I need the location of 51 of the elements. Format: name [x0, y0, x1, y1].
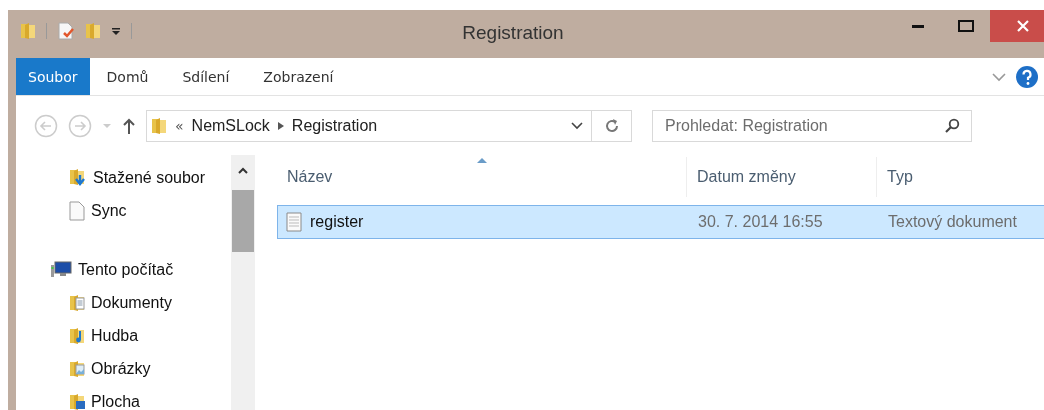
folder-icon [85, 22, 101, 40]
ribbon-tab[interactable]: Zobrazení [246, 58, 351, 95]
expand-ribbon-icon[interactable] [992, 71, 1006, 82]
scroll-up-icon [238, 167, 248, 174]
close-button[interactable] [990, 10, 1044, 42]
ribbon-tab[interactable]: Sdílení [165, 58, 247, 95]
dropdown-icon[interactable] [571, 121, 583, 130]
overflow-chevron[interactable]: « [175, 117, 184, 134]
search-field[interactable]: Prohledat: Registration [652, 109, 972, 142]
refresh-icon [603, 117, 620, 134]
table-cell: 30. 7. 2014 16:55 [698, 213, 823, 231]
maximize-icon [958, 20, 974, 32]
folder-download-icon [69, 167, 87, 188]
help-icon[interactable] [1016, 65, 1038, 88]
column-header[interactable]: Typ [877, 157, 1044, 197]
ribbon-tab[interactable]: Soubor [16, 58, 90, 95]
up-arrow-icon[interactable] [122, 116, 136, 135]
search-icon [944, 117, 960, 134]
breadcrumb[interactable]: Registration [291, 116, 378, 135]
folder-music-icon [69, 326, 85, 345]
column-header[interactable]: Název [277, 157, 687, 197]
text-file-icon [286, 212, 302, 232]
sidebar-item[interactable]: Stažené soubor [16, 161, 231, 194]
table-cell: register [310, 213, 364, 231]
folder-document-icon [69, 293, 85, 312]
folder-picture-icon [69, 359, 85, 378]
sidebar-item[interactable]: Plocha [16, 385, 231, 410]
dropdown-icon[interactable] [111, 26, 121, 36]
sidebar-item[interactable]: Tento počítač [16, 253, 231, 286]
breadcrumb-arrow-icon[interactable] [277, 121, 284, 130]
close-icon [1017, 20, 1029, 32]
sidebar-item[interactable]: Hudba [16, 319, 231, 352]
folder-icon [20, 22, 36, 40]
file-icon [69, 200, 85, 221]
folder-desktop-icon [69, 392, 85, 410]
folder-icon [151, 116, 167, 135]
sidebar-item[interactable]: Sync [16, 194, 231, 227]
scrollbar-thumb[interactable] [232, 190, 254, 252]
column-header[interactable]: Datum změny [687, 157, 877, 197]
window-title: Registration [461, 21, 565, 44]
address-bar[interactable]: « NemSLock Registration [146, 109, 632, 142]
computer-icon [50, 260, 72, 279]
ribbon-tab[interactable]: Domů [89, 58, 166, 95]
sidebar-item[interactable]: Dokumenty [16, 286, 231, 319]
scrollbar[interactable] [231, 155, 255, 410]
table-cell: Textový dokument [888, 213, 1017, 231]
minimize-icon [912, 24, 924, 28]
document-check-icon [57, 22, 75, 40]
breadcrumb[interactable]: NemSLock [191, 116, 270, 135]
sidebar-item[interactable]: Obrázky [16, 352, 231, 385]
file-row[interactable]: register 30. 7. 2014 16:55 Textový dokument [277, 205, 1044, 239]
